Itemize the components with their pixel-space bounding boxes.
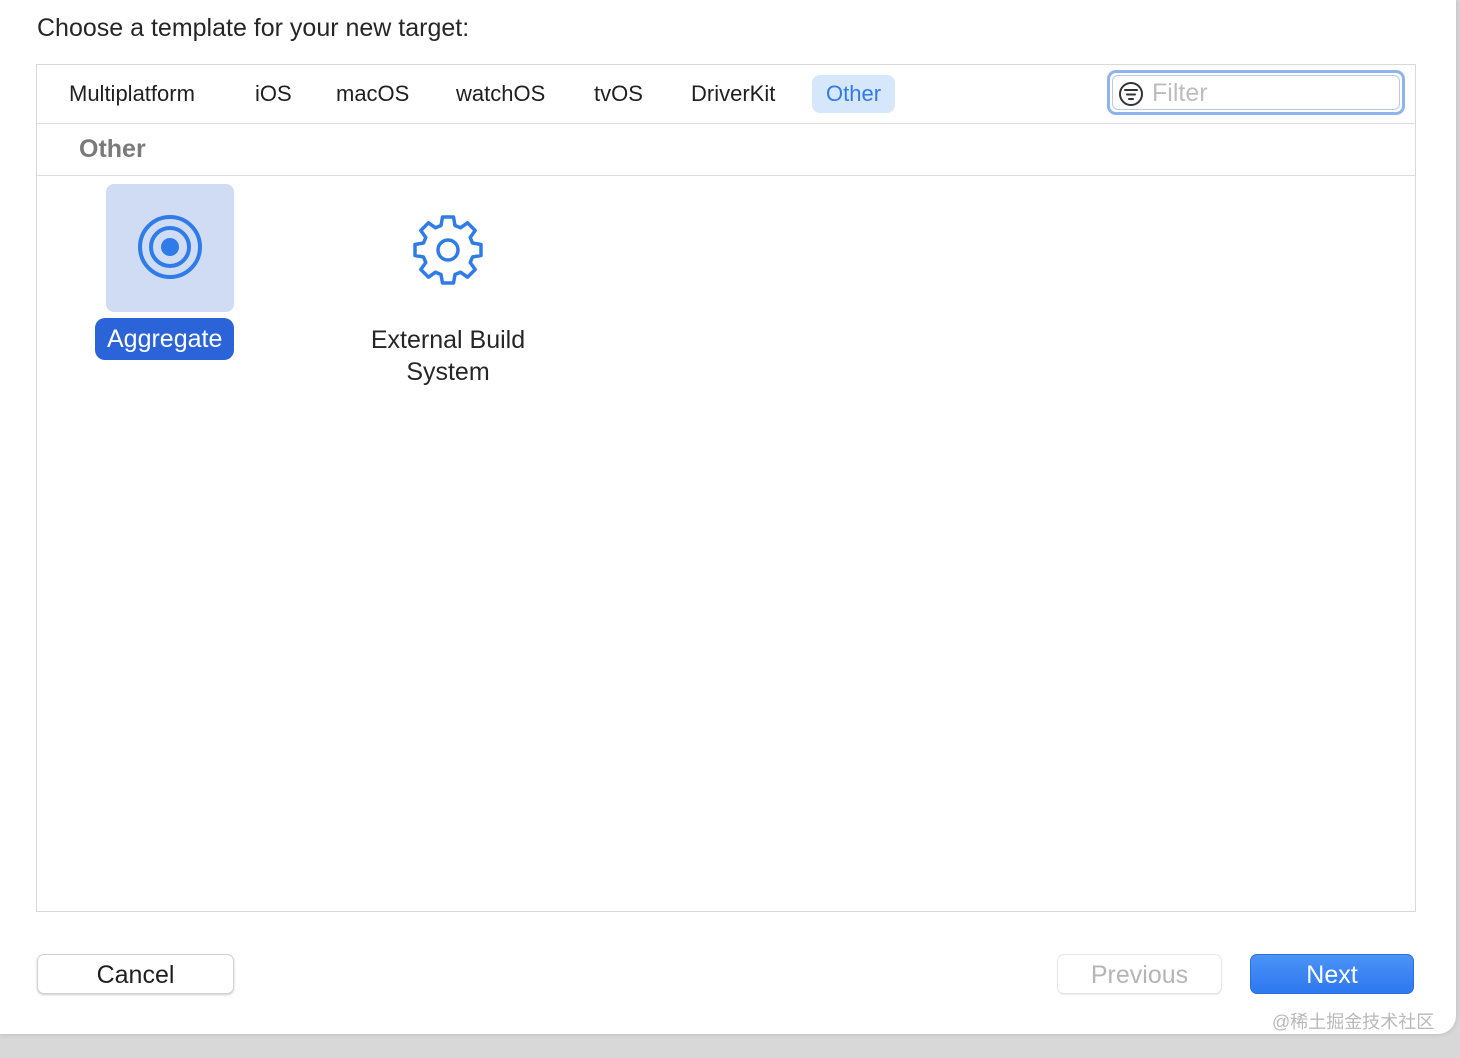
tab-watchos[interactable]: watchOS	[442, 75, 559, 113]
template-panel: Multiplatform iOS macOS watchOS tvOS Dri…	[36, 64, 1416, 912]
template-external-build-label-line2: System	[406, 358, 490, 386]
platform-tab-bar: Multiplatform iOS macOS watchOS tvOS Dri…	[37, 65, 1415, 124]
previous-button[interactable]: Previous	[1057, 954, 1222, 994]
tab-tvos[interactable]: tvOS	[580, 75, 657, 113]
section-title: Other	[79, 135, 146, 163]
filter-field[interactable]	[1107, 70, 1405, 115]
template-external-build-label-line1: External Build	[370, 326, 526, 354]
tab-driverkit[interactable]: DriverKit	[677, 75, 789, 113]
tab-other[interactable]: Other	[812, 75, 896, 113]
tab-macos[interactable]: macOS	[322, 75, 423, 113]
next-button[interactable]: Next	[1250, 954, 1414, 994]
template-external-build-tile[interactable]	[384, 184, 512, 312]
filter-icon	[1119, 82, 1143, 106]
watermark-text: @稀土掘金技术社区	[1272, 1012, 1435, 1032]
dialog-title: Choose a template for your new target:	[37, 14, 470, 42]
new-target-dialog: Choose a template for your new target: M…	[0, 0, 1456, 1034]
cancel-button[interactable]: Cancel	[37, 954, 234, 994]
section-header: Other	[37, 124, 1415, 176]
filter-input[interactable]	[1150, 77, 1394, 109]
template-external-build-label[interactable]: External Build System	[348, 324, 548, 388]
tab-multiplatform[interactable]: Multiplatform	[55, 75, 209, 113]
template-aggregate-tile[interactable]	[106, 184, 234, 312]
target-icon	[138, 215, 202, 279]
tab-ios[interactable]: iOS	[241, 75, 306, 113]
template-aggregate-label[interactable]: Aggregate	[95, 318, 235, 360]
gear-icon	[413, 215, 483, 285]
